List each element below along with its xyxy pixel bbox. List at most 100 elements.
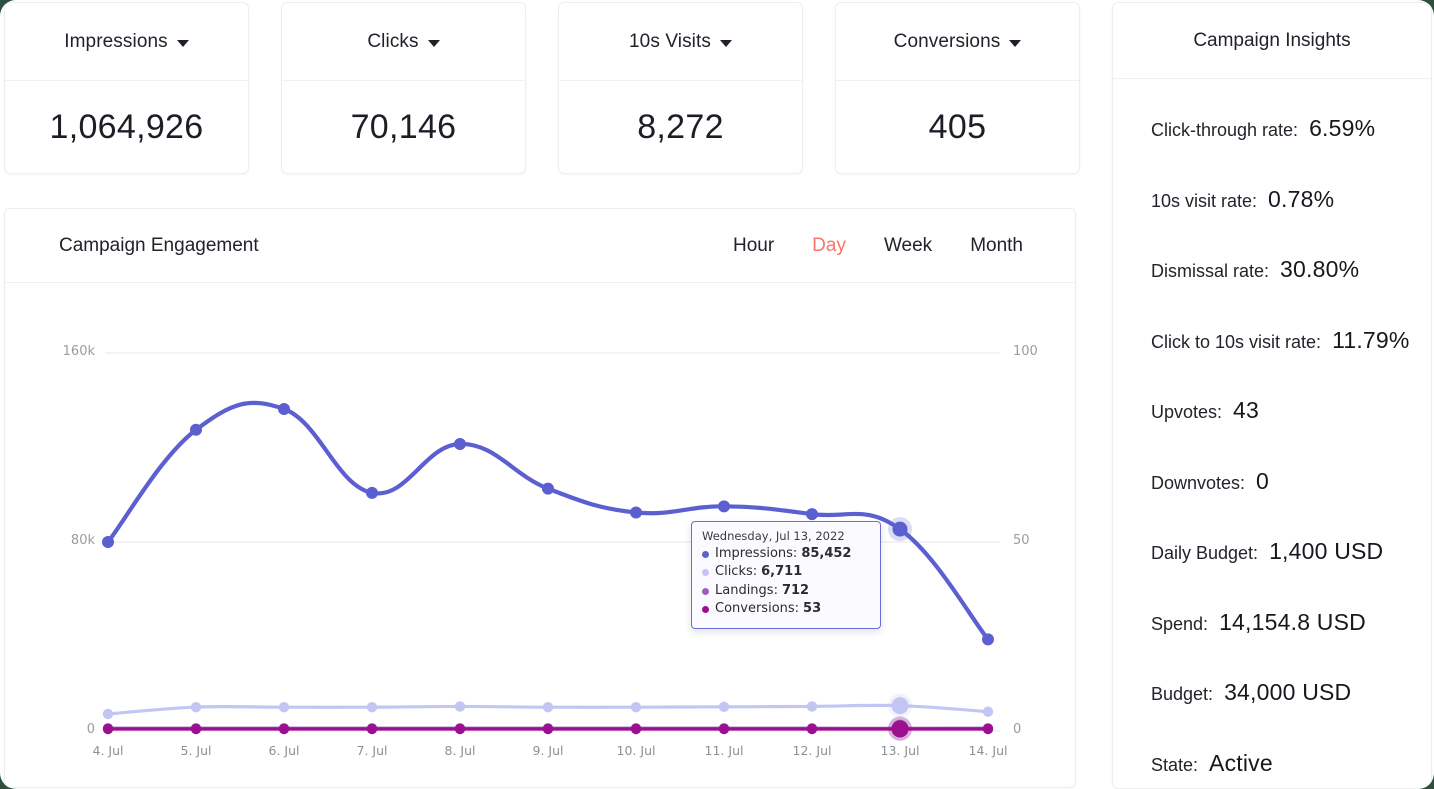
chart-tooltip: Wednesday, Jul 13, 2022 Impressions: 85,4… — [691, 521, 881, 629]
tooltip-series-label: Landings: — [715, 582, 778, 598]
insight-label: Upvotes: — [1151, 402, 1223, 422]
tooltip-row: Impressions: 85,452 — [702, 545, 870, 563]
kpi-card-impressions: Impressions 1,064,926 — [4, 2, 249, 174]
x-axis-tick-label: 14. Jul — [968, 743, 1008, 758]
campaign-insights-card: Campaign Insights Click-through rate: 6.5… — [1112, 2, 1432, 789]
insight-value: 0.78% — [1268, 185, 1335, 212]
kpi-metric-selector[interactable]: Conversions — [836, 3, 1079, 81]
insight-value: 34,000 USD — [1224, 679, 1352, 705]
chart-card-header: Campaign Engagement Hour Day Week Month — [5, 209, 1075, 283]
insights-list: Click-through rate: 6.59% 10s visit rate: 0… — [1113, 79, 1431, 789]
insight-row-budget: Budget: 34,000 USD — [1151, 679, 1431, 750]
x-axis-tick-label: 12. Jul — [792, 743, 832, 758]
series-color-dot — [702, 550, 709, 558]
series-color-dot — [702, 569, 709, 577]
insight-row-click-through-rate: Click-through rate: 6.59% — [1151, 115, 1431, 186]
chart-title: Campaign Engagement — [59, 234, 259, 256]
chart-plot-area: Wednesday, Jul 13, 2022 Impressions: 85,4… — [5, 283, 1075, 787]
x-axis-tick-label: 7. Jul — [356, 743, 388, 758]
kpi-label: 10s Visits — [629, 30, 711, 52]
left-axis-tick-label: 160k — [62, 344, 95, 359]
chevron-down-icon[interactable] — [427, 39, 440, 47]
right-axis-tick-label: 50 — [1013, 533, 1030, 548]
insight-label: Downvotes: — [1151, 472, 1246, 493]
x-axis-tick-label: 4. Jul — [92, 743, 124, 758]
right-axis-tick-label: 100 — [1013, 344, 1038, 359]
kpi-metric-selector[interactable]: 10s Visits — [559, 3, 802, 81]
kpi-value: 8,272 — [637, 107, 724, 146]
insight-row-click-to-10s-visit-rate: Click to 10s visit rate: 11.79% — [1151, 327, 1431, 398]
insight-label: Click to 10s visit rate: — [1151, 331, 1322, 352]
insight-label: Dismissal rate: — [1151, 261, 1270, 281]
kpi-card-conversions: Conversions 405 — [835, 2, 1080, 174]
insight-value: 43 — [1233, 397, 1260, 423]
x-axis-tick-label: 13. Jul — [880, 743, 920, 758]
tab-day[interactable]: Day — [812, 235, 846, 257]
insight-value: 0 — [1256, 467, 1270, 494]
campaign-engagement-card: Campaign Engagement Hour Day Week Month Wed… — [4, 208, 1076, 788]
insight-label: 10s visit rate: — [1151, 190, 1258, 211]
tooltip-series-value: 85,452 — [801, 546, 852, 561]
insight-value: 6.59% — [1309, 115, 1376, 141]
tab-month[interactable]: Month — [970, 235, 1023, 257]
kpi-label: Clicks — [367, 30, 419, 52]
chevron-down-icon[interactable] — [176, 39, 189, 47]
time-range-tabs: Hour Day Week Month — [733, 235, 1023, 257]
insight-label: State: — [1151, 754, 1199, 775]
kpi-label: Impressions — [64, 30, 168, 52]
insight-label: Spend: — [1151, 613, 1209, 634]
tab-week[interactable]: Week — [884, 235, 932, 257]
left-axis-tick-label: 0 — [86, 722, 95, 737]
insight-value: 14,154.8 USD — [1219, 608, 1366, 635]
insight-row-10s-visit-rate: 10s visit rate: 0.78% — [1151, 186, 1431, 257]
insight-value: 1,400 USD — [1269, 538, 1384, 564]
insight-label: Click-through rate: — [1151, 120, 1299, 140]
tooltip-series-value: 712 — [781, 582, 810, 598]
kpi-metric-selector[interactable]: Impressions — [5, 3, 248, 81]
series-color-dot — [702, 587, 709, 595]
chevron-down-icon[interactable] — [719, 39, 732, 47]
kpi-label: Conversions — [893, 30, 1001, 52]
x-axis-tick-label: 6. Jul — [268, 743, 300, 758]
insight-row-spend: Spend: 14,154.8 USD — [1151, 609, 1431, 680]
insight-row-downvotes: Downvotes: 0 — [1151, 468, 1431, 539]
insight-row-upvotes: Upvotes: 43 — [1151, 397, 1431, 468]
insight-value: Active — [1209, 749, 1273, 776]
left-axis-tick-label: 80k — [70, 533, 95, 548]
insight-row-dismissal-rate: Dismissal rate: 30.80% — [1151, 256, 1431, 327]
kpi-value: 405 — [928, 107, 987, 146]
tooltip-series-label: Clicks: — [715, 564, 758, 580]
x-axis-tick-label: 8. Jul — [444, 743, 476, 758]
x-axis-tick-label: 11. Jul — [704, 743, 744, 758]
tab-hour[interactable]: Hour — [733, 235, 774, 257]
chevron-down-icon[interactable] — [1009, 39, 1022, 47]
tooltip-series-label: Conversions: — [715, 601, 800, 617]
insight-value: 30.80% — [1280, 256, 1360, 282]
engagement-line-chart — [102, 352, 1000, 741]
x-axis-tick-label: 9. Jul — [532, 743, 564, 758]
kpi-value: 1,064,926 — [49, 107, 204, 146]
kpi-card-10s-visits: 10s Visits 8,272 — [558, 2, 803, 174]
right-axis-tick-label: 0 — [1013, 722, 1022, 737]
kpi-card-clicks: Clicks 70,146 — [281, 2, 526, 174]
insights-header: Campaign Insights — [1113, 3, 1431, 79]
series-conversions — [102, 716, 994, 741]
insight-value: 11.79% — [1332, 326, 1410, 353]
insight-row-daily-budget: Daily Budget: 1,400 USD — [1151, 538, 1431, 609]
kpi-value: 70,146 — [350, 107, 457, 146]
kpi-card-row: Impressions 1,064,926 Clicks 70,146 10s Visi… — [4, 2, 1096, 174]
x-axis-tick-label: 5. Jul — [180, 743, 212, 758]
tooltip-series-value: 6,711 — [761, 564, 803, 580]
kpi-metric-selector[interactable]: Clicks — [282, 3, 525, 81]
series-color-dot — [702, 606, 709, 614]
insight-row-state: State: Active — [1151, 750, 1431, 789]
insights-title: Campaign Insights — [1193, 29, 1351, 51]
tooltip-row: Conversions: 53 — [702, 600, 870, 618]
dashboard-page: Impressions 1,064,926 Clicks 70,146 10s Visi… — [0, 0, 1434, 789]
tooltip-date: Wednesday, Jul 13, 2022 — [702, 529, 845, 543]
insight-label: Budget: — [1151, 684, 1214, 704]
tooltip-row: Landings: 712 — [702, 582, 870, 600]
tooltip-series-label: Impressions: — [715, 546, 798, 561]
x-axis-tick-label: 10. Jul — [616, 743, 656, 758]
tooltip-series-value: 53 — [803, 601, 822, 617]
